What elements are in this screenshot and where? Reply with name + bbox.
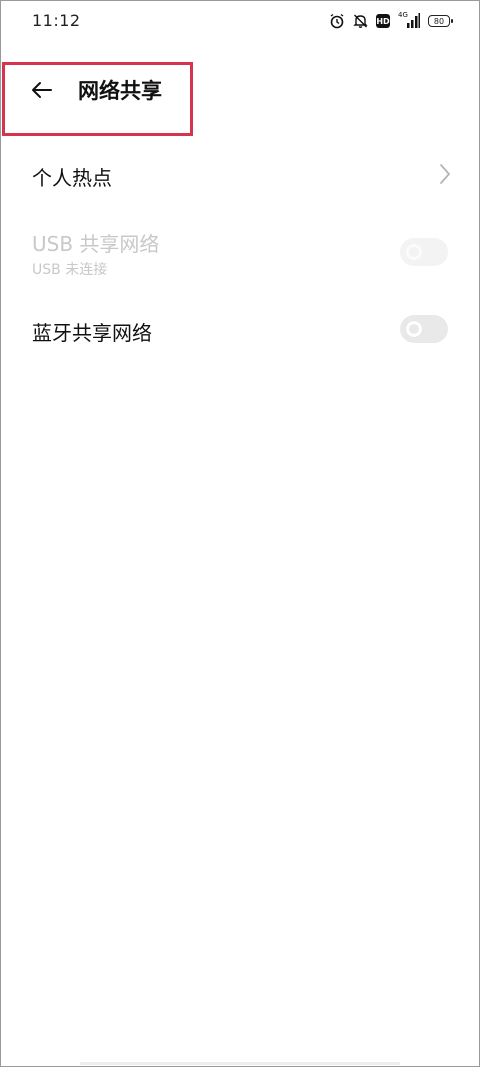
item-title: 个人热点 xyxy=(32,166,112,190)
list-item-bluetooth-tethering[interactable]: 蓝牙共享网络 xyxy=(0,306,480,354)
item-subtitle: USB 未连接 xyxy=(32,262,108,278)
list-item-usb-tethering: USB 共享网络 USB 未连接 xyxy=(0,222,480,284)
item-title: 蓝牙共享网络 xyxy=(32,321,152,345)
status-icons: HD 4G 80 xyxy=(329,11,453,31)
status-time: 11:12 xyxy=(32,11,81,30)
bluetooth-tethering-toggle[interactable] xyxy=(400,315,448,343)
chevron-right-icon xyxy=(438,163,452,185)
item-title: USB 共享网络 xyxy=(32,232,160,256)
highlight-box xyxy=(2,62,193,136)
hd-icon: HD xyxy=(376,14,390,28)
usb-tethering-toggle xyxy=(400,238,448,266)
status-bar: 11:12 HD 4G 80 xyxy=(0,0,480,42)
list-item-personal-hotspot[interactable]: 个人热点 xyxy=(0,150,480,200)
battery-icon: 80 xyxy=(428,15,453,27)
toggle-knob xyxy=(406,321,422,337)
toggle-knob xyxy=(406,244,422,260)
mute-icon xyxy=(353,13,368,29)
gesture-bar xyxy=(80,1062,400,1065)
alarm-icon xyxy=(329,13,345,29)
signal-icon: 4G xyxy=(398,11,420,29)
